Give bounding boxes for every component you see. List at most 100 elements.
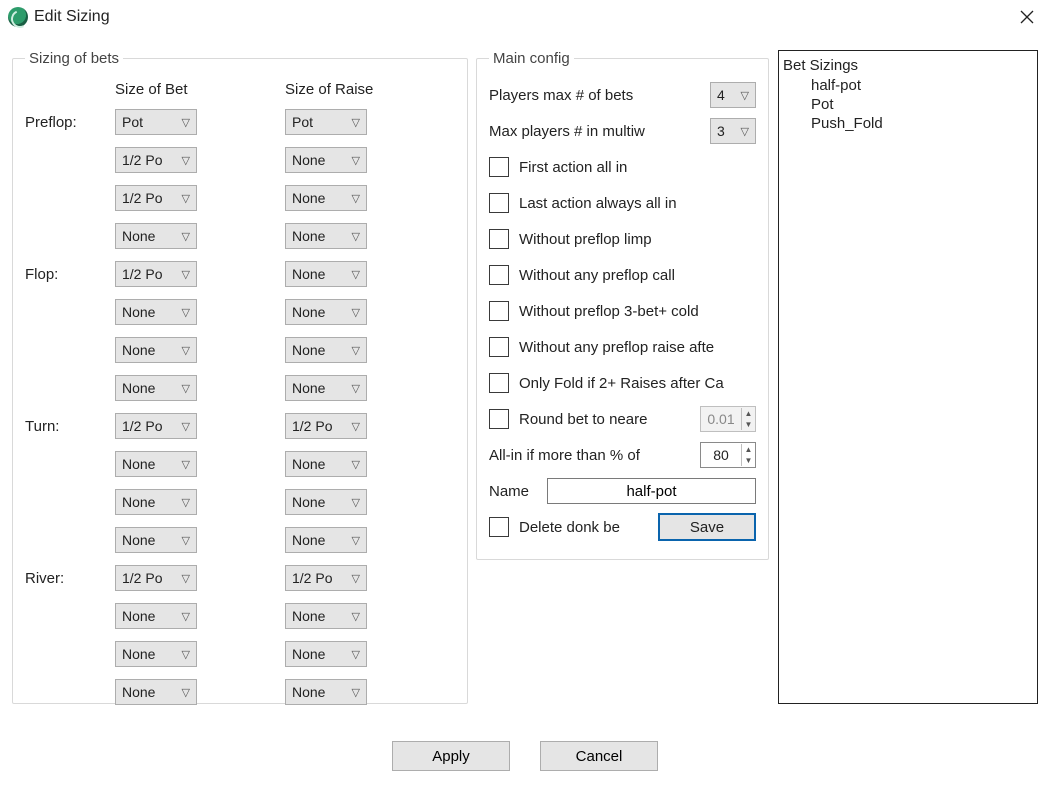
option-label: Without preflop limp: [519, 231, 756, 248]
delete-donk-checkbox[interactable]: [489, 517, 509, 537]
cancel-button[interactable]: Cancel: [540, 741, 658, 771]
raise-size-select[interactable]: None▽: [285, 147, 367, 173]
chevron-down-icon: ▽: [182, 154, 190, 167]
chevron-down-icon: ▽: [352, 610, 360, 623]
list-item[interactable]: half-pot: [783, 76, 1033, 95]
chevron-down-icon: ▽: [182, 610, 190, 623]
chevron-down-icon: ▽: [352, 268, 360, 281]
allin-pct-spin[interactable]: 80 ▲▼: [700, 442, 756, 468]
chevron-down-icon: ▽: [182, 192, 190, 205]
raise-size-select[interactable]: None▽: [285, 489, 367, 515]
option-label: Last action always all in: [519, 195, 756, 212]
apply-button[interactable]: Apply: [392, 741, 510, 771]
raise-size-select[interactable]: None▽: [285, 299, 367, 325]
bet-size-select[interactable]: 1/2 Po▽: [115, 185, 197, 211]
option-checkbox[interactable]: [489, 301, 509, 321]
raise-size-select[interactable]: None▽: [285, 185, 367, 211]
bet-size-select[interactable]: 1/2 Po▽: [115, 413, 197, 439]
main-config-legend: Main config: [489, 50, 574, 67]
chevron-down-icon: ▽: [741, 89, 749, 102]
chevron-down-icon: ▽: [182, 268, 190, 281]
option-checkbox[interactable]: [489, 337, 509, 357]
raise-size-select[interactable]: Pot▽: [285, 109, 367, 135]
raise-size-select[interactable]: 1/2 Po▽: [285, 565, 367, 591]
delete-donk-label: Delete donk be: [519, 519, 648, 536]
street-label: Turn:: [25, 418, 115, 435]
bet-size-select[interactable]: Pot▽: [115, 109, 197, 135]
window-title: Edit Sizing: [34, 8, 110, 26]
bet-size-select[interactable]: 1/2 Po▽: [115, 261, 197, 287]
chevron-down-icon: ▽: [182, 420, 190, 433]
chevron-down-icon: ▽: [352, 572, 360, 585]
list-item[interactable]: Pot: [783, 95, 1033, 114]
bet-size-select[interactable]: None▽: [115, 451, 197, 477]
chevron-down-icon: ▽: [352, 534, 360, 547]
round-bet-checkbox[interactable]: [489, 409, 509, 429]
chevron-down-icon: ▽: [182, 648, 190, 661]
chevron-down-icon: ▽: [352, 420, 360, 433]
list-item[interactable]: Push_Fold: [783, 114, 1033, 133]
raise-size-select[interactable]: None▽: [285, 337, 367, 363]
bet-size-select[interactable]: None▽: [115, 375, 197, 401]
option-label: Without any preflop raise afte: [519, 339, 756, 356]
app-icon: [8, 7, 28, 27]
raise-size-select[interactable]: None▽: [285, 261, 367, 287]
option-checkbox[interactable]: [489, 229, 509, 249]
bet-sizings-header: Bet Sizings: [783, 57, 1033, 74]
bet-size-select[interactable]: None▽: [115, 299, 197, 325]
street-label: Flop:: [25, 266, 115, 283]
bet-size-select[interactable]: 1/2 Po▽: [115, 565, 197, 591]
chevron-down-icon: ▽: [182, 458, 190, 471]
bet-size-select[interactable]: 1/2 Po▽: [115, 147, 197, 173]
bet-size-select[interactable]: None▽: [115, 223, 197, 249]
chevron-down-icon: ▽: [182, 116, 190, 129]
raise-size-select[interactable]: None▽: [285, 375, 367, 401]
max-multiway-select[interactable]: 3 ▽: [710, 118, 756, 144]
raise-size-select[interactable]: 1/2 Po▽: [285, 413, 367, 439]
option-checkbox[interactable]: [489, 265, 509, 285]
header-size-of-bet: Size of Bet: [115, 81, 285, 98]
bet-sizings-listbox[interactable]: Bet Sizings half-potPotPush_Fold: [778, 50, 1038, 704]
sizing-of-bets-group: Sizing of bets Size of Bet Size of Raise…: [12, 50, 468, 704]
option-checkbox[interactable]: [489, 193, 509, 213]
close-icon[interactable]: [1012, 2, 1042, 32]
raise-size-select[interactable]: None▽: [285, 451, 367, 477]
chevron-down-icon: ▽: [352, 458, 360, 471]
option-label: Only Fold if 2+ Raises after Ca: [519, 375, 756, 392]
street-label: Preflop:: [25, 114, 115, 131]
chevron-down-icon: ▽: [352, 230, 360, 243]
option-label: Without preflop 3-bet+ cold: [519, 303, 756, 320]
raise-size-select[interactable]: None▽: [285, 223, 367, 249]
round-bet-spin[interactable]: 0.01 ▲▼: [700, 406, 756, 432]
name-label: Name: [489, 483, 537, 500]
chevron-down-icon: ▽: [182, 686, 190, 699]
players-max-bets-label: Players max # of bets: [489, 87, 700, 104]
bet-size-select[interactable]: None▽: [115, 337, 197, 363]
bet-size-select[interactable]: None▽: [115, 527, 197, 553]
max-multiway-label: Max players # in multiw: [489, 123, 700, 140]
chevron-down-icon: ▽: [182, 534, 190, 547]
option-checkbox[interactable]: [489, 373, 509, 393]
bet-size-select[interactable]: None▽: [115, 603, 197, 629]
players-max-bets-select[interactable]: 4 ▽: [710, 82, 756, 108]
titlebar: Edit Sizing: [0, 0, 1050, 40]
raise-size-select[interactable]: None▽: [285, 641, 367, 667]
bet-size-select[interactable]: None▽: [115, 679, 197, 705]
chevron-down-icon: ▽: [352, 116, 360, 129]
raise-size-select[interactable]: None▽: [285, 679, 367, 705]
name-input[interactable]: [547, 478, 756, 504]
chevron-down-icon: ▽: [182, 306, 190, 319]
option-label: Without any preflop call: [519, 267, 756, 284]
bet-size-select[interactable]: None▽: [115, 489, 197, 515]
raise-size-select[interactable]: None▽: [285, 527, 367, 553]
bet-size-select[interactable]: None▽: [115, 641, 197, 667]
save-button[interactable]: Save: [658, 513, 756, 541]
option-checkbox[interactable]: [489, 157, 509, 177]
chevron-down-icon: ▽: [352, 344, 360, 357]
chevron-down-icon: ▽: [182, 382, 190, 395]
chevron-down-icon: ▽: [352, 496, 360, 509]
header-size-of-raise: Size of Raise: [285, 81, 455, 98]
chevron-down-icon: ▽: [182, 230, 190, 243]
raise-size-select[interactable]: None▽: [285, 603, 367, 629]
chevron-down-icon: ▽: [741, 125, 749, 138]
